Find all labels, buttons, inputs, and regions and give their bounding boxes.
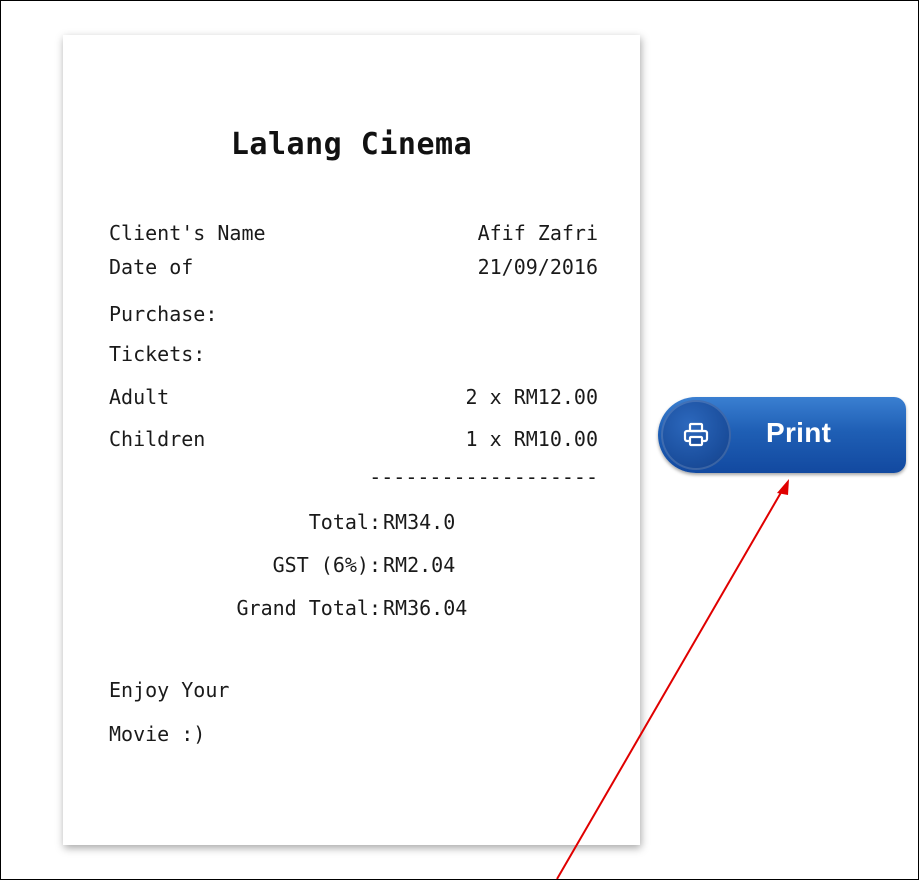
annotation-arrow	[556, 479, 789, 879]
screenshot-frame: Lalang Cinema Client's Name Afif Zafri D…	[0, 0, 919, 880]
